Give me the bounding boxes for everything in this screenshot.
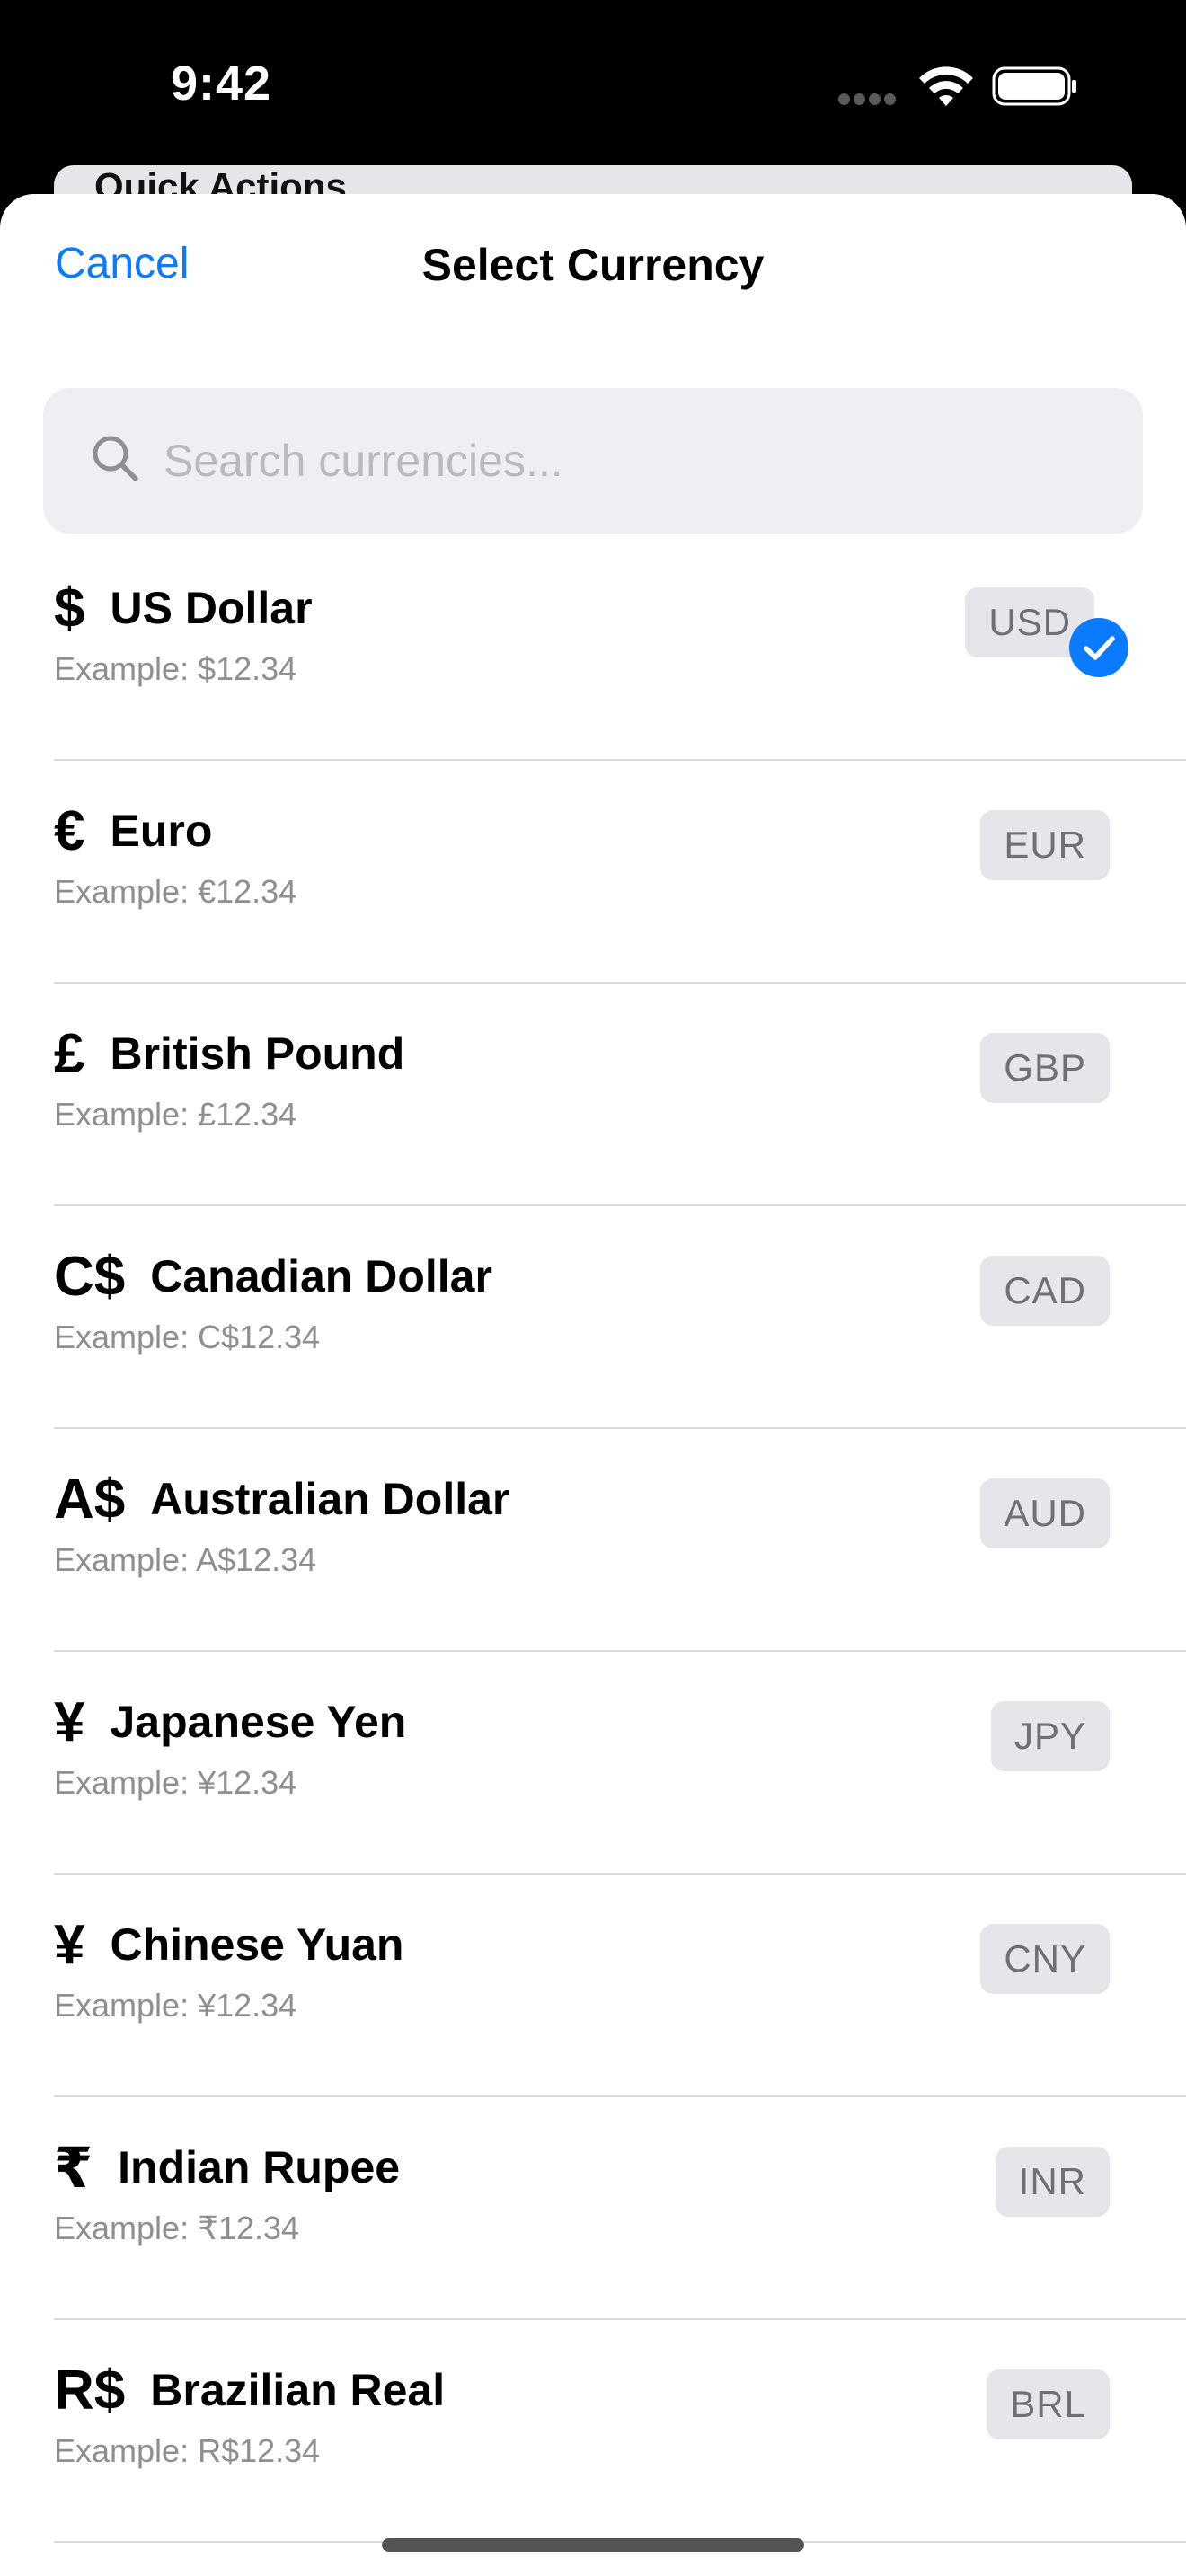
search-input[interactable] [162,424,1118,498]
currency-symbol: A$ [54,1468,126,1531]
currency-title-line: $ US Dollar [54,577,313,640]
currency-example: Example: C$12.34 [54,1319,321,1355]
currency-title-line: £ British Pound [54,1022,404,1085]
currency-title-line: ¥ Chinese Yuan [54,1913,403,1976]
currency-example: Example: ¥12.34 [54,1987,297,2024]
currency-example: Example: €12.34 [54,873,297,910]
currency-row-usd[interactable]: $ US Dollar Example: $12.34 USD [0,537,1186,761]
status-bar: 9:42 [0,0,1186,171]
currency-name: British Pound [110,1028,405,1079]
currency-list: $ US Dollar Example: $12.34 USD € Euro E… [0,537,1186,2543]
home-indicator[interactable] [382,2538,804,2552]
currency-symbol: ¥ [54,1913,85,1976]
currency-row-gbp[interactable]: £ British Pound Example: £12.34 GBP [0,983,1186,1206]
currency-symbol: € [54,799,85,862]
status-time: 9:42 [171,57,272,110]
currency-row-content: € Euro Example: €12.34 EUR [54,760,1186,984]
currency-example: Example: ₹12.34 [54,2210,300,2246]
currency-row-content: A$ Australian Dollar Example: A$12.34 AU… [54,1428,1186,1652]
currency-example: Example: A$12.34 [54,1541,317,1578]
currency-title-line: ¥ Japanese Yen [54,1690,406,1753]
currency-row-eur[interactable]: € Euro Example: €12.34 EUR [0,760,1186,984]
currency-row-cny[interactable]: ¥ Chinese Yuan Example: ¥12.34 CNY [0,1874,1186,2097]
currency-symbol: £ [54,1022,85,1085]
search-icon [93,436,138,481]
currency-symbol: ¥ [54,1690,85,1753]
currency-row-content: $ US Dollar Example: $12.34 USD [54,537,1186,761]
currency-code-badge: GBP [980,1033,1110,1103]
currency-row-content: R$ Brazilian Real Example: R$12.34 BRL [54,2319,1186,2543]
currency-example: Example: R$12.34 [54,2432,321,2469]
currency-sheet: Cancel Select Currency $ US Dollar Examp… [0,194,1186,2576]
currency-example: Example: $12.34 [54,650,297,687]
currency-example: Example: ¥12.34 [54,1764,297,1801]
currency-name: US Dollar [110,583,313,633]
battery-icon [992,66,1076,106]
currency-row-content: ¥ Japanese Yen Example: ¥12.34 JPY [54,1651,1186,1875]
currency-example: Example: £12.34 [54,1096,297,1133]
currency-title-line: A$ Australian Dollar [54,1468,509,1531]
currency-row-content: ¥ Chinese Yuan Example: ¥12.34 CNY [54,1874,1186,2097]
sheet-title: Select Currency [421,240,765,290]
currency-row-content: ₹ Indian Rupee Example: ₹12.34 INR [54,2096,1186,2320]
currency-code-badge: CAD [980,1256,1110,1326]
currency-title-line: C$ Canadian Dollar [54,1245,492,1308]
currency-row-jpy[interactable]: ¥ Japanese Yen Example: ¥12.34 JPY [0,1651,1186,1875]
currency-code-badge: INR [995,2147,1110,2217]
currency-symbol: ₹ [54,2137,93,2200]
currency-code-badge: JPY [990,1701,1110,1771]
currency-name: Canadian Dollar [150,1251,492,1301]
signal-dots-icon [838,93,901,106]
currency-code-badge: AUD [980,1478,1110,1548]
currency-row-content: £ British Pound Example: £12.34 GBP [54,983,1186,1206]
currency-code-badge: CNY [980,1924,1110,1994]
currency-row-aud[interactable]: A$ Australian Dollar Example: A$12.34 AU… [0,1428,1186,1652]
wifi-icon [919,66,973,106]
currency-title-line: € Euro [54,799,212,862]
currency-row-brl[interactable]: R$ Brazilian Real Example: R$12.34 BRL [0,2319,1186,2543]
currency-symbol: C$ [54,1245,126,1308]
currency-row-cad[interactable]: C$ Canadian Dollar Example: C$12.34 CAD [0,1205,1186,1429]
currency-name: Japanese Yen [110,1697,407,1747]
sheet-nav-bar: Cancel Select Currency [0,194,1186,347]
search-bar[interactable] [43,388,1143,534]
currency-name: Indian Rupee [118,2142,401,2192]
currency-name: Brazilian Real [150,2365,446,2415]
currency-symbol: R$ [54,2359,126,2422]
currency-name: Chinese Yuan [110,1919,404,1970]
currency-name: Australian Dollar [150,1474,510,1524]
currency-row-content: C$ Canadian Dollar Example: C$12.34 CAD [54,1205,1186,1429]
checkmark-circle-icon [1069,618,1128,677]
currency-code-badge: EUR [980,810,1110,880]
currency-symbol: $ [54,577,85,640]
currency-title-line: R$ Brazilian Real [54,2359,445,2422]
currency-title-line: ₹ Indian Rupee [54,2136,401,2200]
currency-code-badge: BRL [987,2369,1110,2439]
currency-row-inr[interactable]: ₹ Indian Rupee Example: ₹12.34 INR [0,2096,1186,2320]
currency-name: Euro [110,806,213,856]
